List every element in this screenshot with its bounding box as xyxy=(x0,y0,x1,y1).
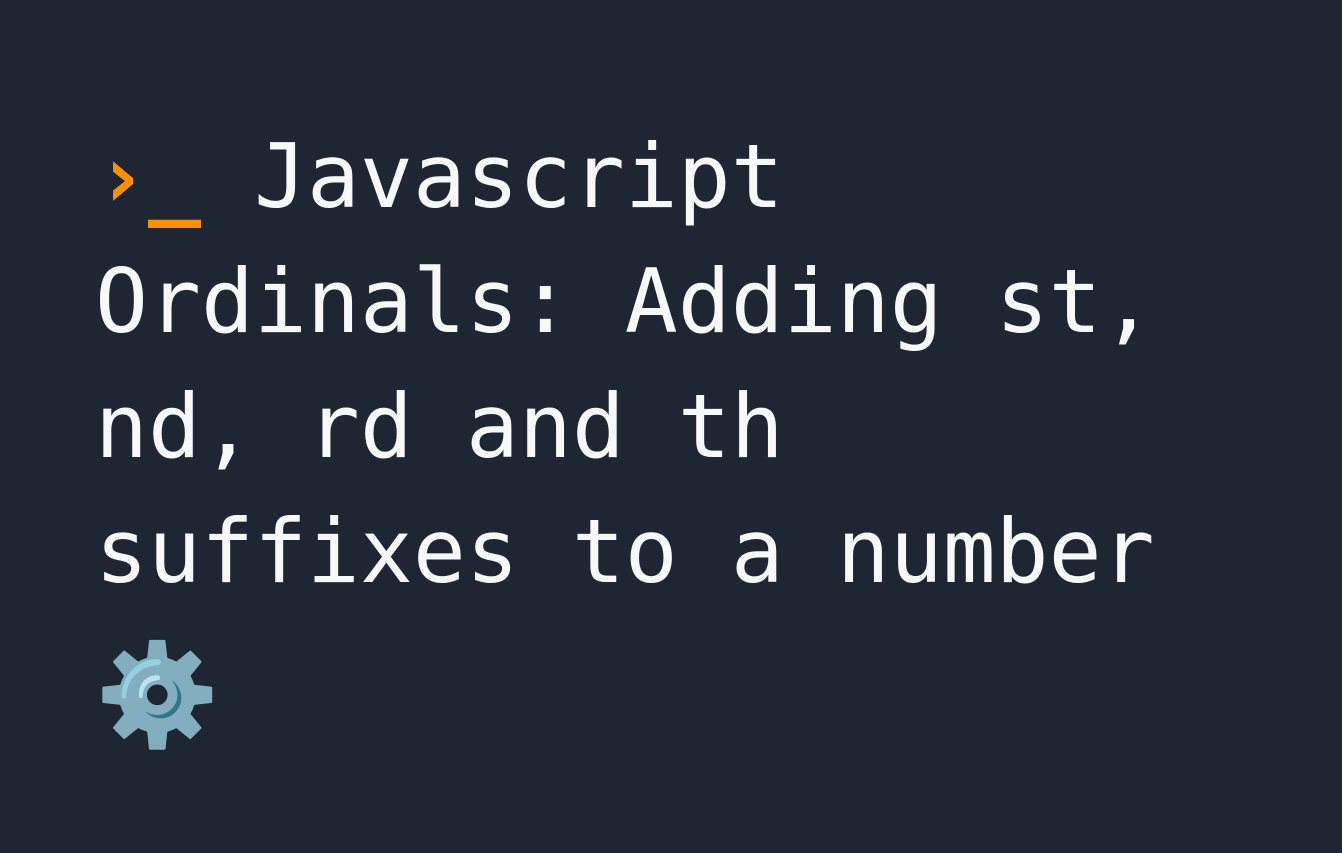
article-title: ›_ Javascript Ordinals: Adding st, nd, r… xyxy=(95,115,1247,745)
title-text: Javascript Ordinals: Adding st, nd, rd a… xyxy=(95,125,1155,603)
gear-icon: ⚙️ xyxy=(95,645,220,745)
prompt-caret-icon: › xyxy=(95,125,148,228)
prompt-underscore-icon: _ xyxy=(148,125,201,228)
